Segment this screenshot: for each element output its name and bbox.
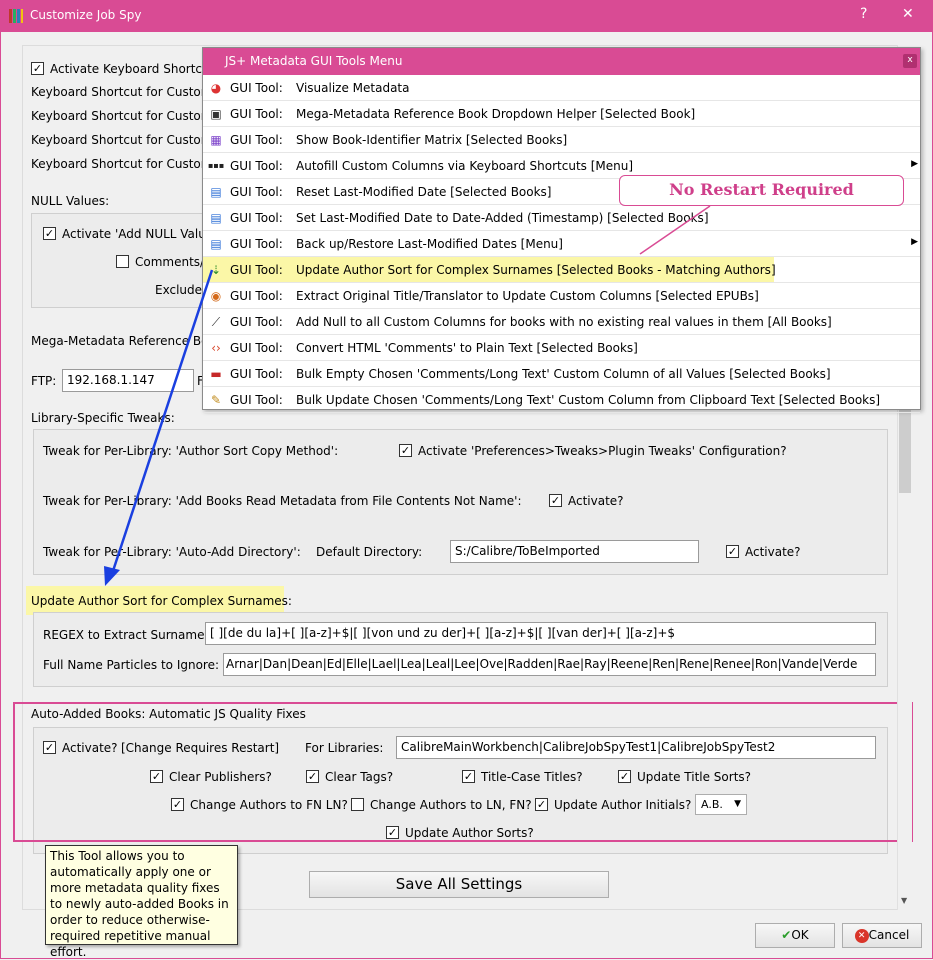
blue-arrow-line: [110, 269, 214, 575]
annotation-arrows: [104, 205, 711, 586]
callout-pointer: [639, 205, 711, 255]
blue-arrow-head: [104, 566, 120, 586]
